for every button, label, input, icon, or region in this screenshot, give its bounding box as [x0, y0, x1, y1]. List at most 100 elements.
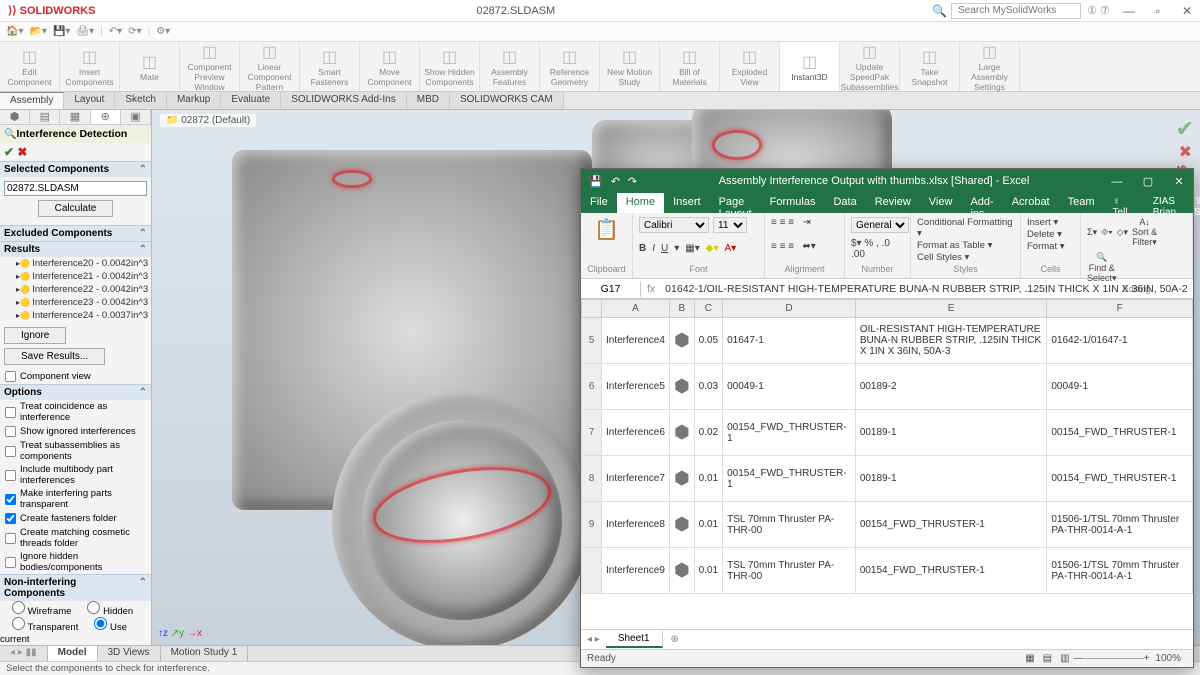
opt-create-fasteners-folder[interactable]: Create fasteners folder	[0, 511, 151, 526]
xl-close-icon[interactable]: ✕	[1165, 175, 1193, 188]
border-icon[interactable]: ▦▾	[685, 243, 699, 254]
xl-tabr[interactable]: ZIAS Brian	[1144, 193, 1185, 213]
tab-mbd[interactable]: MBD	[407, 92, 450, 109]
xl-tabr[interactable]: ♀ Tell me...	[1104, 193, 1144, 213]
xl-clear[interactable]: ◇▾	[1117, 227, 1128, 238]
opt-include-multibody-part-interferences[interactable]: Include multibody part interferences	[0, 463, 151, 487]
fm-tab-tree[interactable]: ⬢	[0, 110, 30, 124]
xl-cells-item[interactable]: Insert ▾	[1027, 217, 1074, 228]
xl-styles-item[interactable]: Cell Styles ▾	[917, 252, 1014, 263]
xl-styles-item[interactable]: Conditional Formatting ▾	[917, 217, 1014, 239]
fx-icon[interactable]: fx	[641, 283, 661, 295]
xl-grid[interactable]: ABCDEF5Interference4⬢0.0501647-1OIL-RESI…	[581, 299, 1193, 629]
close-icon[interactable]: ✕	[1174, 4, 1200, 18]
xl-tab-acrobat[interactable]: Acrobat	[1003, 193, 1059, 213]
xl-max-icon[interactable]: ▢	[1134, 175, 1162, 188]
italic-icon[interactable]: I	[652, 243, 655, 254]
xl-row[interactable]: 9Interference8⬢0.01TSL 70mm Thruster PA-…	[582, 502, 1193, 548]
result-item[interactable]: Interference22 - 0.0042in^3	[0, 283, 151, 296]
opt-make-interfering-parts-transparent[interactable]: Make interfering parts transparent	[0, 487, 151, 511]
fill-icon[interactable]: ◆▾	[706, 243, 719, 254]
ribbon-reference-geometry[interactable]: ◫Reference Geometry	[540, 42, 600, 91]
tab-assembly[interactable]: Assembly	[0, 92, 64, 109]
xl-tab-formulas[interactable]: Formulas	[761, 193, 825, 213]
pm-cancel[interactable]: ✖	[17, 145, 27, 159]
xl-paste[interactable]: 📋	[587, 217, 626, 242]
opt-ignore-hidden-bodies-components[interactable]: Ignore hidden bodies/components	[0, 550, 151, 574]
xl-cells-item[interactable]: Format ▾	[1027, 241, 1074, 252]
xl-tab-add-ins[interactable]: Add-ins	[961, 193, 1002, 213]
xl-tab-view[interactable]: View	[920, 193, 962, 213]
opt-treat-coincidence-as-interference[interactable]: Treat coincidence as interference	[0, 400, 151, 424]
result-item[interactable]: Interference21 - 0.0042in^3	[0, 270, 151, 283]
xl-tab-insert[interactable]: Insert	[664, 193, 710, 213]
ribbon-take-snapshot[interactable]: ◫Take Snapshot	[900, 42, 960, 91]
xl-tabr[interactable]: ⇪ Share	[1185, 193, 1200, 213]
pm-save-results[interactable]: Save Results...	[4, 348, 105, 365]
xl-row[interactable]: 6Interference5⬢0.0300049-100189-200049-1	[582, 364, 1193, 410]
restore-icon[interactable]: ▫	[1145, 4, 1171, 18]
xl-tab-file[interactable]: File	[581, 193, 617, 213]
xl-numfmt[interactable]: General	[851, 217, 909, 233]
tab-sketch[interactable]: Sketch	[115, 92, 167, 109]
xl-row[interactable]: Interference9⬢0.01TSL 70mm Thruster PA-T…	[582, 548, 1193, 594]
opt-create-matching-cosmetic-threads-folder[interactable]: Create matching cosmetic threads folder	[0, 526, 151, 550]
xl-tab-review[interactable]: Review	[866, 193, 920, 213]
bt-3dviews[interactable]: 3D Views	[98, 646, 161, 661]
pm-sec-excluded[interactable]: Excluded Components	[0, 225, 151, 241]
home-icon[interactable]: 🏠▾	[6, 26, 23, 37]
ribbon-assembly-features[interactable]: ◫Assembly Features	[480, 42, 540, 91]
options-icon[interactable]: ⚙▾	[156, 26, 170, 37]
pm-sec-results[interactable]: Results	[0, 241, 151, 257]
xl-undo-icon[interactable]: ↶	[611, 175, 620, 188]
tab-markup[interactable]: Markup	[167, 92, 221, 109]
ribbon-insert-components[interactable]: ◫Insert Components	[60, 42, 120, 91]
tab-solidworks-cam[interactable]: SOLIDWORKS CAM	[450, 92, 564, 109]
ribbon-new-motion-study[interactable]: ◫New Motion Study	[600, 42, 660, 91]
xl-zoom-out[interactable]: —	[1074, 653, 1084, 664]
view-reject-icon[interactable]: ✖	[1179, 142, 1192, 162]
xl-tab-page-layout[interactable]: Page Layout	[710, 193, 761, 213]
ribbon-edit-component[interactable]: ◫Edit Component	[0, 42, 60, 91]
xl-redo-icon[interactable]: ↷	[628, 175, 637, 188]
pm-sec-options[interactable]: Options	[0, 384, 151, 400]
xl-fontsize[interactable]: 11	[713, 217, 747, 233]
undo-icon[interactable]: ↶▾	[109, 26, 122, 37]
view-accept-icon[interactable]: ✔	[1176, 116, 1194, 142]
opt-show-ignored-interferences[interactable]: Show ignored interferences	[0, 424, 151, 439]
xl-styles-item[interactable]: Format as Table ▾	[917, 240, 1014, 251]
xl-namebox[interactable]: G17	[581, 281, 641, 297]
open-icon[interactable]: 📂▾	[29, 26, 46, 37]
ribbon-large-assembly-settings[interactable]: ◫Large Assembly Settings	[960, 42, 1020, 91]
sw-breadcrumb[interactable]: 📁 02872 (Default)	[160, 114, 256, 127]
pm-calculate[interactable]: Calculate	[38, 200, 114, 217]
save-icon[interactable]: 💾▾	[53, 26, 70, 37]
xl-row[interactable]: 8Interference7⬢0.0100154_FWD_THRUSTER-10…	[582, 456, 1193, 502]
pm-component-view[interactable]: Component view	[0, 369, 151, 384]
fm-tab-prop[interactable]: ▤	[30, 110, 60, 124]
sw-search[interactable]	[951, 3, 1081, 19]
pm-sec-selected[interactable]: Selected Components	[0, 161, 151, 177]
pm-selected-input[interactable]	[4, 181, 147, 196]
xl-view-layout[interactable]: ▤	[1039, 653, 1056, 664]
result-item[interactable]: Interference20 - 0.0042in^3	[0, 257, 151, 270]
ribbon-move-component[interactable]: ◫Move Component	[360, 42, 420, 91]
xl-font[interactable]: Calibri	[639, 217, 709, 233]
ribbon-show-hidden-components[interactable]: ◫Show Hidden Components	[420, 42, 480, 91]
ribbon-smart-fasteners[interactable]: ◫Smart Fasteners	[300, 42, 360, 91]
fontcolor-icon[interactable]: A▾	[724, 243, 736, 254]
xl-formula[interactable]: 01642-1/OIL-RESISTANT HIGH-TEMPERATURE B…	[661, 281, 1193, 297]
rebuild-icon[interactable]: ⟳▾	[128, 26, 141, 37]
minimize-icon[interactable]: —	[1116, 4, 1142, 18]
print-icon[interactable]: 🖨▾	[76, 26, 94, 37]
xl-sheet1[interactable]: Sheet1	[606, 631, 663, 648]
bold-icon[interactable]: B	[639, 243, 646, 254]
xl-row[interactable]: 7Interference6⬢0.0200154_FWD_THRUSTER-10…	[582, 410, 1193, 456]
xl-tab-home[interactable]: Home	[617, 193, 664, 213]
xl-add-sheet[interactable]: ⊕	[663, 632, 687, 647]
underline-icon[interactable]: U	[661, 243, 668, 254]
xl-cells-item[interactable]: Delete ▾	[1027, 229, 1074, 240]
fm-tab-conf[interactable]: ▦	[60, 110, 90, 124]
xl-fill[interactable]: ⯑▾	[1101, 227, 1113, 238]
xl-sort[interactable]: A↓Sort &Filter▾	[1132, 217, 1157, 248]
